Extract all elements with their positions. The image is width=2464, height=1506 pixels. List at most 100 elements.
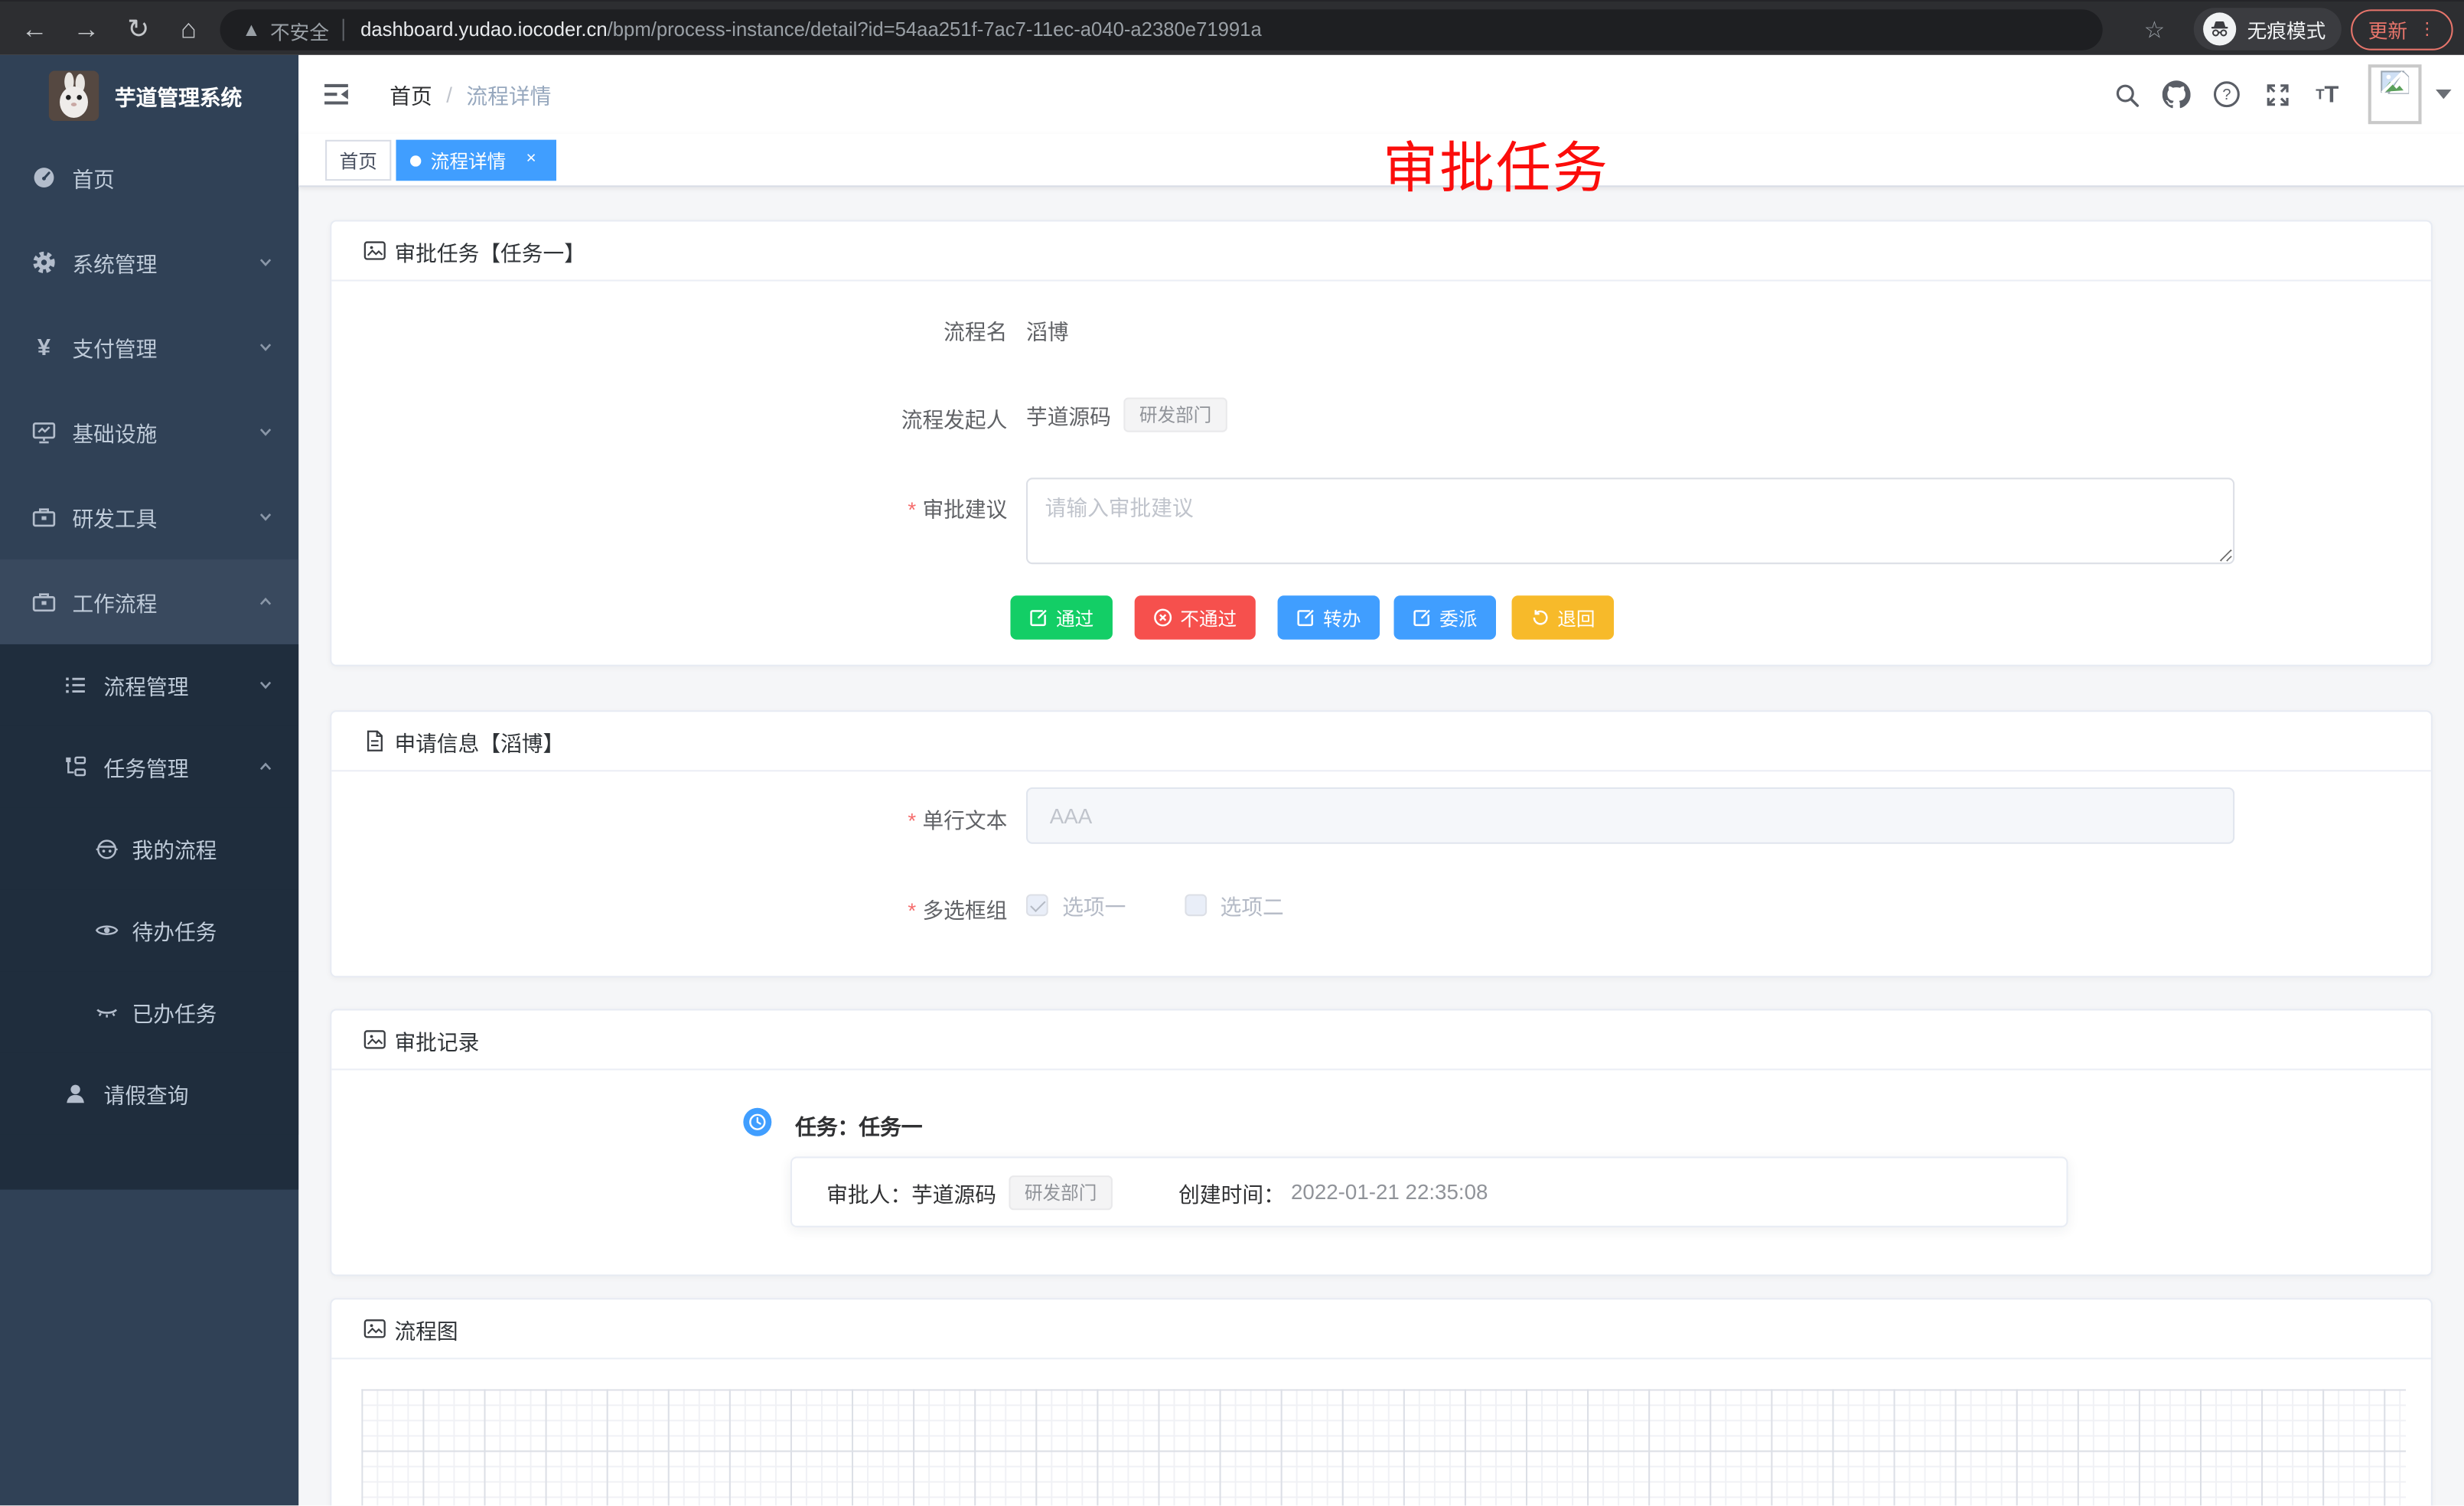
browser-back-icon[interactable]: ← bbox=[12, 2, 56, 57]
sidebar-item-workflow[interactable]: 工作流程 bbox=[0, 559, 298, 644]
sidebar-item-my-process[interactable]: 我的流程 bbox=[0, 808, 298, 890]
bpmn-canvas-grid[interactable] bbox=[361, 1389, 2406, 1505]
briefcase-icon bbox=[31, 589, 57, 614]
sidebar-item-home[interactable]: 首页 bbox=[0, 135, 298, 220]
avatar-dropdown-caret-icon[interactable] bbox=[2436, 90, 2452, 99]
tags-view-bar: 首页 流程详情 × bbox=[298, 134, 2464, 187]
approver-dept-tag: 研发部门 bbox=[1009, 1175, 1113, 1209]
approval-record-card: 审批记录 任务：任务一 审批人： 芋道源码 研发部门 创建时间： 2022-01… bbox=[330, 1009, 2433, 1276]
chevron-down-icon bbox=[258, 677, 274, 693]
flow-icon bbox=[63, 755, 88, 780]
single-line-text-input[interactable] bbox=[1026, 787, 2234, 844]
eye-closed-icon bbox=[94, 999, 119, 1025]
approval-task-card: 审批任务【任务一】 流程名 滔博 流程发起人 芋道源码 研发部门 审批建议 通过… bbox=[330, 220, 2433, 666]
address-divider bbox=[344, 19, 345, 41]
button-label: 不通过 bbox=[1180, 605, 1237, 631]
card-title: 流程图 bbox=[394, 1313, 458, 1345]
transfer-button[interactable]: 转办 bbox=[1278, 595, 1380, 639]
picture-icon bbox=[363, 239, 386, 262]
yen-icon: ¥ bbox=[31, 334, 57, 360]
browser-menu-kebab-icon[interactable]: ⋮ bbox=[2418, 19, 2436, 40]
sidebar-item-label: 请假查询 bbox=[104, 1078, 189, 1110]
application-info-card: 申请信息【滔博】 单行文本 多选框组 选项一 选项二 bbox=[330, 710, 2433, 977]
red-annotation-text: 审批任务 bbox=[1383, 124, 1609, 204]
tag-process-detail[interactable]: 流程详情 × bbox=[396, 140, 556, 181]
sidebar-item-done-tasks[interactable]: 已办任务 bbox=[0, 971, 298, 1053]
button-label: 退回 bbox=[1557, 605, 1595, 631]
initiator-label: 流程发起人 bbox=[363, 403, 1007, 434]
search-icon[interactable] bbox=[2101, 55, 2152, 134]
toolbox-icon bbox=[31, 504, 57, 530]
dashboard-icon bbox=[31, 165, 57, 191]
checkbox-option1-label: 选项一 bbox=[1062, 889, 1126, 921]
circle-close-icon bbox=[1153, 608, 1172, 628]
user-icon bbox=[63, 1081, 88, 1107]
github-icon[interactable] bbox=[2151, 55, 2202, 134]
sidebar-item-label: 首页 bbox=[72, 162, 114, 194]
sidebar: 芋道管理系统 首页 系统管理 ¥ 支付管理 基础设施 研发工具 bbox=[0, 55, 298, 1505]
text-field-label: 单行文本 bbox=[363, 803, 1007, 834]
sidebar-item-task-manage[interactable]: 任务管理 bbox=[0, 726, 298, 808]
reject-button[interactable]: 不通过 bbox=[1135, 595, 1256, 639]
browser-update-button[interactable]: 更新 ⋮ bbox=[2351, 8, 2453, 49]
picture-icon bbox=[363, 1317, 386, 1341]
process-diagram-card: 流程图 bbox=[330, 1298, 2433, 1505]
document-icon bbox=[363, 729, 386, 753]
checkbox-option1[interactable] bbox=[1026, 894, 1048, 916]
address-bar[interactable]: ▲ 不安全 dashboard.yudao.iocoder.cn /bpm/pr… bbox=[220, 9, 2102, 50]
sidebar-item-label: 已办任务 bbox=[132, 996, 217, 1028]
checkbox-option2[interactable] bbox=[1184, 894, 1206, 916]
return-button[interactable]: 退回 bbox=[1512, 595, 1615, 639]
hamburger-icon[interactable] bbox=[322, 80, 350, 109]
approve-button[interactable]: 通过 bbox=[1010, 595, 1113, 639]
sidebar-item-todo-tasks[interactable]: 待办任务 bbox=[0, 889, 298, 971]
sidebar-item-payment[interactable]: ¥ 支付管理 bbox=[0, 305, 298, 390]
browser-reload-icon[interactable]: ↻ bbox=[116, 2, 160, 57]
svg-text:?: ? bbox=[2222, 86, 2231, 103]
create-time-label: 创建时间： bbox=[1178, 1176, 1285, 1208]
diagram-card-header: 流程图 bbox=[331, 1299, 2431, 1359]
chevron-up-icon bbox=[258, 594, 274, 610]
timeline-clock-icon bbox=[743, 1108, 771, 1136]
edit-icon bbox=[1296, 608, 1315, 628]
advice-label: 审批建议 bbox=[363, 492, 1007, 523]
sidebar-item-label: 系统管理 bbox=[72, 246, 157, 278]
browser-forward-icon[interactable]: → bbox=[64, 2, 108, 57]
tag-close-icon[interactable]: × bbox=[520, 149, 543, 171]
initiator-dept-tag: 研发部门 bbox=[1123, 398, 1227, 432]
checkbox-group: 选项一 选项二 bbox=[1026, 888, 1284, 922]
picture-icon bbox=[363, 1028, 386, 1051]
chevron-down-icon bbox=[258, 424, 274, 440]
create-time-value: 2022-01-21 22:35:08 bbox=[1291, 1180, 1488, 1204]
avatar[interactable] bbox=[2368, 64, 2422, 124]
sidebar-item-process-manage[interactable]: 流程管理 bbox=[0, 644, 298, 726]
breadcrumb: 首页 / 流程详情 bbox=[389, 55, 551, 134]
advice-textarea[interactable] bbox=[1026, 478, 2234, 564]
delegate-button[interactable]: 委派 bbox=[1394, 595, 1497, 639]
fullscreen-icon[interactable] bbox=[2252, 55, 2303, 134]
tag-home[interactable]: 首页 bbox=[325, 140, 391, 181]
approver-label: 审批人： bbox=[826, 1176, 911, 1208]
app-logo-row[interactable]: 芋道管理系统 bbox=[0, 55, 298, 135]
sidebar-item-devtools[interactable]: 研发工具 bbox=[0, 474, 298, 559]
incognito-chip: 无痕模式 bbox=[2194, 8, 2342, 50]
sidebar-item-leave-query[interactable]: 请假查询 bbox=[0, 1053, 298, 1135]
font-size-icon[interactable]: TT bbox=[2302, 55, 2352, 134]
button-label: 委派 bbox=[1439, 605, 1477, 631]
chevron-down-icon bbox=[258, 509, 274, 525]
breadcrumb-home[interactable]: 首页 bbox=[389, 79, 432, 110]
app-logo-avatar bbox=[49, 70, 99, 120]
broken-image-icon bbox=[2381, 70, 2409, 94]
breadcrumb-separator: / bbox=[446, 83, 452, 106]
sidebar-item-label: 待办任务 bbox=[132, 914, 217, 946]
process-name-value: 滔博 bbox=[1026, 315, 1068, 346]
sidebar-item-infrastructure[interactable]: 基础设施 bbox=[0, 390, 298, 474]
bookmark-star-icon[interactable]: ☆ bbox=[2134, 2, 2175, 57]
tag-label: 首页 bbox=[340, 147, 377, 174]
browser-home-icon[interactable]: ⌂ bbox=[167, 2, 210, 57]
help-icon[interactable]: ? bbox=[2202, 55, 2252, 134]
monitor-icon bbox=[31, 419, 57, 445]
record-detail-box: 审批人： 芋道源码 研发部门 创建时间： 2022-01-21 22:35:08 bbox=[790, 1156, 2068, 1227]
sidebar-item-system[interactable]: 系统管理 bbox=[0, 220, 298, 305]
card-title: 审批任务【任务一】 bbox=[394, 235, 585, 266]
